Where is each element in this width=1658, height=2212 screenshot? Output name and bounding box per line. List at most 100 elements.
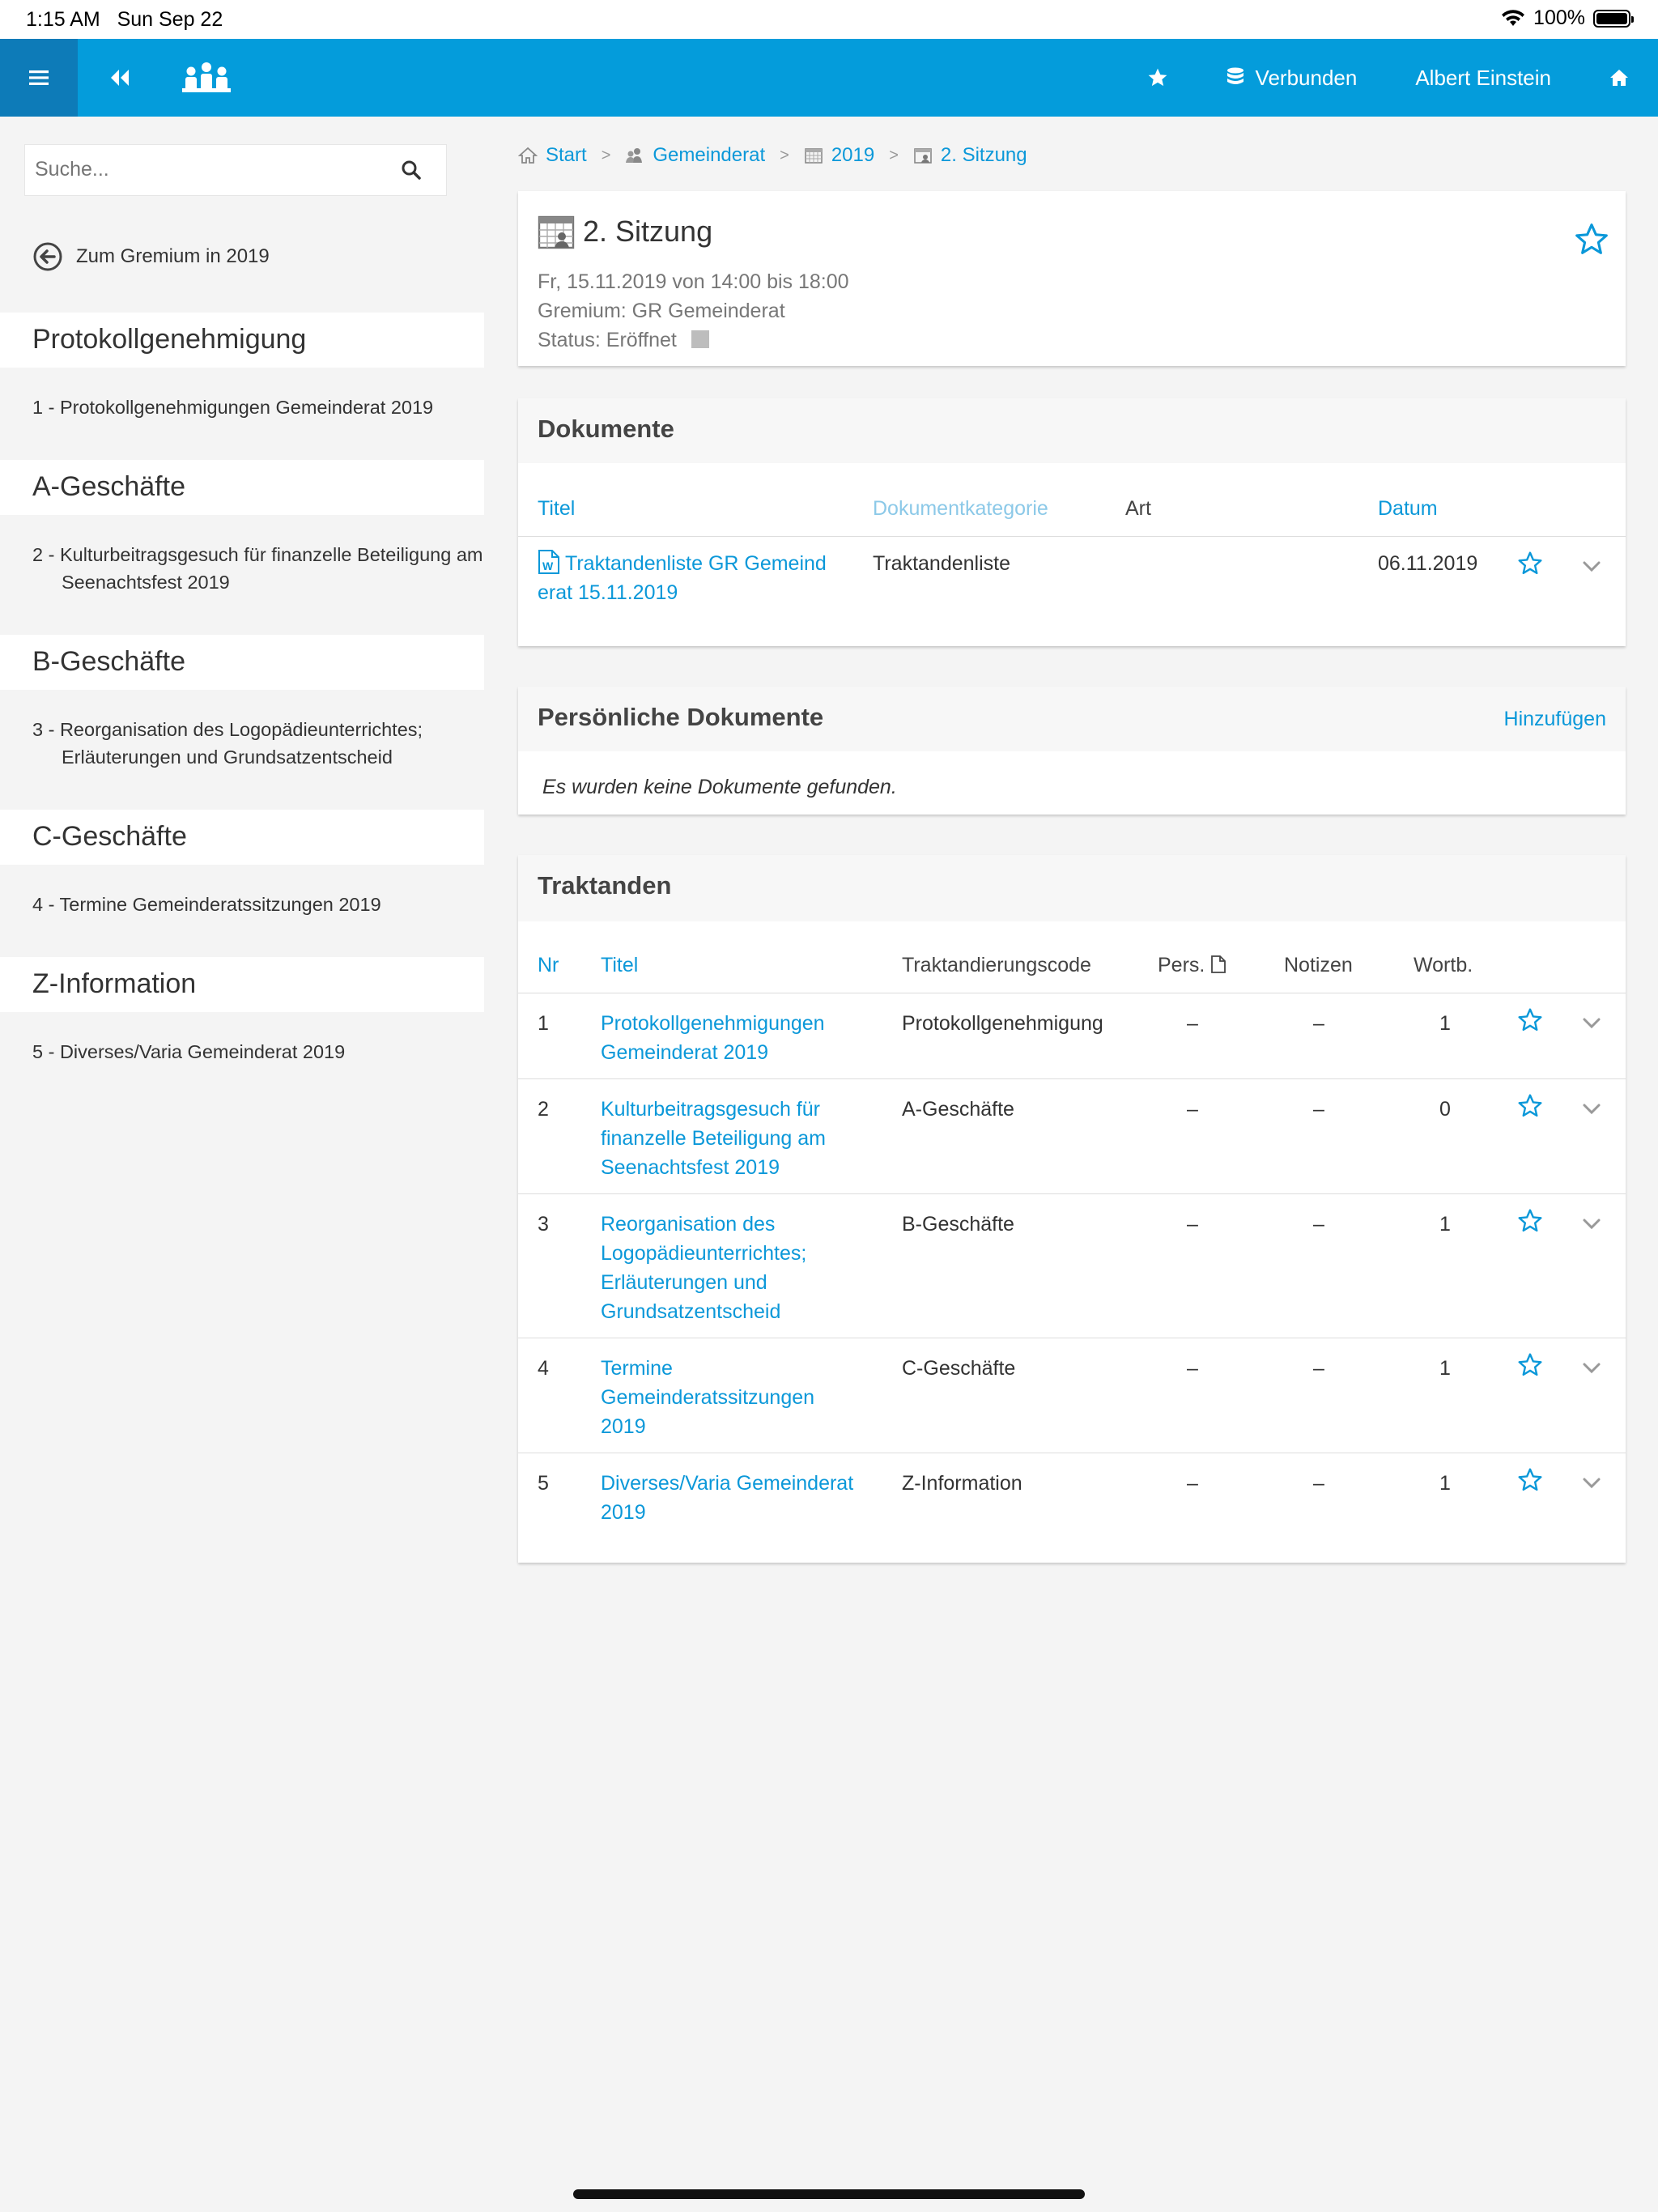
connection-status[interactable]: Verbunden [1197, 39, 1387, 117]
favorite-star-icon[interactable] [1517, 1093, 1543, 1119]
col-wortb: Wortb. [1414, 954, 1473, 976]
agenda-row-2-title-link[interactable]: Kulturbeitragsgesuch für finanzelle Betei… [601, 1095, 876, 1182]
back-to-gremium-link[interactable]: Zum Gremium in 2019 [32, 241, 270, 272]
status-time-text: 1:15 AM [26, 8, 100, 31]
document-title-link[interactable]: W Traktandenliste GR Gemeind erat 15.11.20… [538, 549, 861, 607]
agenda-row-2-wortb: 0 [1439, 1098, 1451, 1121]
navbar-right: Verbunden Albert Einstein [1118, 39, 1658, 117]
agenda-title-line: Seenachtsfest 2019 [601, 1156, 780, 1179]
user-name: Albert Einstein [1415, 65, 1551, 90]
col-traktandierungscode: Traktandierungscode [902, 954, 1091, 976]
agenda-row-4-title-link[interactable]: Termine Gemeinderatssitzungen 2019 [601, 1354, 876, 1441]
favorite-star-icon[interactable] [1517, 1352, 1543, 1378]
meeting-title: 2. Sitzung [538, 214, 712, 249]
sidebar-group-c-geschaefte: C-Geschäfte [0, 810, 484, 865]
sidebar-item-2[interactable]: 2 - Kulturbeitragsgesuch für finanzelle … [32, 541, 499, 596]
agenda-row-2-nr: 2 [538, 1098, 549, 1121]
agenda-row-3-title-link[interactable]: Reorganisation des Logopädieunterrichtes;… [601, 1210, 876, 1326]
favorite-star-icon[interactable] [1517, 1467, 1543, 1493]
search-input[interactable] [25, 145, 375, 194]
col-dokumentkategorie[interactable]: Dokumentkategorie [873, 497, 1048, 521]
chevron-down-icon[interactable] [1582, 1218, 1601, 1231]
table-divider [518, 1193, 1626, 1194]
menu-button[interactable] [0, 39, 78, 117]
double-chevron-left-icon [111, 70, 129, 86]
sidebar-item-1[interactable]: 1 - Protokollgenehmigungen Gemeinderat 2… [32, 393, 499, 421]
agenda-row-1-nr: 1 [538, 1012, 549, 1035]
documents-card: Dokumente Titel Dokumentkategorie Art Da… [518, 398, 1626, 646]
people-icon [626, 148, 643, 163]
sidebar-item-4[interactable]: 4 - Termine Gemeinderatssitzungen 2019 [32, 891, 499, 918]
agenda-row-3-wortb: 1 [1439, 1213, 1451, 1236]
agenda-row-5-nr: 5 [538, 1472, 549, 1495]
status-time: 1:15 AM Sun Sep 22 [26, 8, 223, 32]
empty-message: Es wurden keine Dokumente gefunden. [542, 776, 897, 798]
favorite-star-icon[interactable] [1517, 1208, 1543, 1234]
col-titel[interactable]: Titel [601, 954, 638, 977]
breadcrumb-meeting[interactable]: 2. Sitzung [913, 144, 1027, 167]
meeting-status-text: Status: Eröffnet [538, 329, 677, 351]
home-button[interactable] [1580, 39, 1658, 117]
status-indicator-square [691, 330, 709, 348]
breadcrumb: Start > Gemeinderat > 2019 > 2. Sitzung [518, 144, 1027, 167]
home-indicator[interactable] [573, 2189, 1085, 2199]
sidebar-item-3[interactable]: 3 - Reorganisation des Logopädieunterric… [32, 716, 499, 771]
circle-arrow-left-icon [33, 242, 62, 271]
sidebar-item-label: 5 - Diverses/Varia Gemeinderat 2019 [32, 1041, 346, 1062]
agenda-card: Traktanden Nr Titel Traktandierungscode … [518, 855, 1626, 1563]
sidebar-group-title: A-Geschäfte [32, 471, 185, 502]
add-document-link[interactable]: Hinzufügen [1504, 708, 1606, 731]
col-datum[interactable]: Datum [1378, 497, 1438, 521]
breadcrumb-start[interactable]: Start [518, 144, 587, 167]
table-divider [518, 1078, 1626, 1079]
connected-label: Verbunden [1255, 65, 1358, 90]
sidebar-item-label: 3 - Reorganisation des Logopädieunterric… [32, 719, 423, 768]
col-nr[interactable]: Nr [538, 954, 559, 977]
user-menu[interactable]: Albert Einstein [1386, 39, 1580, 117]
agenda-row-1-notizen: – [1313, 1012, 1324, 1035]
battery-percent: 100% [1533, 6, 1585, 29]
chevron-down-icon[interactable] [1582, 1477, 1601, 1490]
chevron-down-icon[interactable] [1582, 560, 1601, 573]
agenda-title-line: Grundsatzentscheid [601, 1300, 781, 1323]
meeting-status: Status: Eröffnet [538, 325, 849, 355]
agenda-row-5-title-link[interactable]: Diverses/Varia Gemeinderat 2019 [601, 1469, 876, 1527]
meeting-meta: Fr, 15.11.2019 von 14:00 bis 18:00 Gremi… [538, 267, 849, 355]
sidebar-group-protokollgenehmigung: Protokollgenehmigung [0, 313, 484, 368]
agenda-title-line: Protokollgenehmigungen [601, 1012, 825, 1035]
gremium-button[interactable] [178, 57, 235, 99]
meeting-datetime: Fr, 15.11.2019 von 14:00 bis 18:00 [538, 270, 849, 293]
battery-icon [1593, 9, 1634, 28]
agenda-title-line: Erläuterungen und [601, 1271, 767, 1294]
col-titel[interactable]: Titel [538, 497, 575, 521]
breadcrumb-separator: > [889, 146, 899, 164]
agenda-title-line: Reorganisation des [601, 1213, 776, 1236]
status-date-text: Sun Sep 22 [117, 8, 223, 31]
agenda-row-1-title-link[interactable]: Protokollgenehmigungen Gemeinderat 2019 [601, 1009, 876, 1067]
chevron-down-icon[interactable] [1582, 1103, 1601, 1116]
back-to-gremium-label: Zum Gremium in 2019 [76, 245, 270, 267]
breadcrumb-year[interactable]: 2019 [804, 144, 874, 167]
meeting-gremium: Gremium: GR Gemeinderat [538, 300, 785, 322]
breadcrumb-separator: > [780, 146, 789, 164]
chevron-down-icon[interactable] [1582, 1362, 1601, 1375]
agenda-row-2-notizen: – [1313, 1098, 1324, 1121]
home-icon [1610, 70, 1628, 86]
agenda-title-line: Gemeinderat 2019 [601, 1041, 769, 1064]
favorite-star-icon[interactable] [1517, 1007, 1543, 1033]
document-date: 06.11.2019 [1378, 552, 1478, 575]
col-art: Art [1125, 497, 1151, 520]
back-button[interactable] [97, 58, 142, 97]
favorite-star-icon[interactable] [1574, 222, 1609, 257]
sidebar-item-5[interactable]: 5 - Diverses/Varia Gemeinderat 2019 [32, 1038, 499, 1066]
chevron-down-icon[interactable] [1582, 1017, 1601, 1030]
agenda-row-3-nr: 3 [538, 1213, 549, 1236]
breadcrumb-gemeinderat[interactable]: Gemeinderat [625, 144, 765, 167]
search-icon[interactable] [401, 160, 422, 181]
agenda-title-line: Termine [601, 1357, 673, 1380]
favorite-star-icon[interactable] [1517, 551, 1543, 576]
sidebar-group-title: B-Geschäfte [32, 646, 185, 677]
favorites-button[interactable] [1118, 39, 1197, 117]
document-outline-icon [1211, 955, 1226, 973]
agenda-row-2-pers: – [1187, 1098, 1198, 1121]
